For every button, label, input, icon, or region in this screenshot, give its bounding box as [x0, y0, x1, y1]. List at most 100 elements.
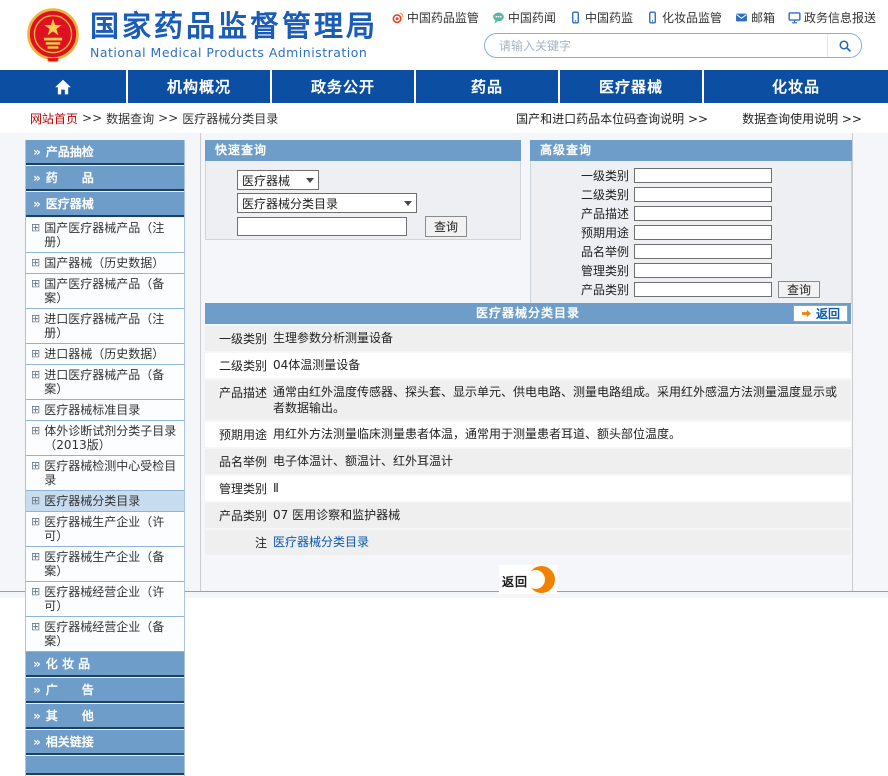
- category-select[interactable]: 医疗器械: [237, 170, 319, 190]
- monitor-icon: [788, 11, 801, 24]
- product-category-input[interactable]: [634, 282, 772, 297]
- sidebar-item-imported-device-filed[interactable]: ⊞进口医疗器械产品（备案）: [26, 365, 184, 400]
- sidebar-item-device-manufacturer-licensed[interactable]: ⊞医疗器械生产企业（许可）: [26, 512, 184, 547]
- sidebar-item-device-distributor-licensed[interactable]: ⊞医疗器械经营企业（许可）: [26, 582, 184, 617]
- back-button-bottom[interactable]: 返回: [499, 565, 557, 594]
- site-title: 国家药品监督管理局: [90, 10, 378, 42]
- sidebar-item-device-distributor-filed[interactable]: ⊞医疗器械经营企业（备案）: [26, 617, 184, 652]
- management-class-input[interactable]: [634, 263, 772, 278]
- table-row: 品名举例 电子体温计、额温计、红外耳温计: [205, 449, 851, 474]
- expand-icon: ⊞: [31, 424, 40, 438]
- top-link-mobile-cosmetics[interactable]: 化妆品监管: [646, 9, 722, 26]
- breadcrumb-separator: >>: [82, 111, 102, 125]
- chevrons-icon: »: [33, 657, 41, 671]
- sidebar-item-imported-device-history[interactable]: ⊞进口器械（历史数据）: [26, 344, 184, 365]
- quick-query-button[interactable]: 查询: [425, 216, 467, 237]
- chevron-down-icon: [404, 201, 412, 206]
- quick-query-title: 快速查询: [205, 140, 521, 161]
- product-description-input[interactable]: [634, 206, 772, 221]
- sidebar-section-advertising[interactable]: »广 告: [26, 678, 184, 703]
- keyword-input[interactable]: [237, 217, 407, 236]
- sidebar-item-device-manufacturer-filed[interactable]: ⊞医疗器械生产企业（备案）: [26, 547, 184, 582]
- expand-icon: ⊞: [31, 368, 40, 382]
- site-search: [484, 33, 862, 58]
- expand-icon: ⊞: [31, 256, 40, 270]
- breadcrumb-separator: >>: [158, 111, 178, 125]
- expand-icon: ⊞: [31, 221, 40, 235]
- nav-home[interactable]: [0, 70, 128, 103]
- sidebar-section-drugs[interactable]: »药 品: [26, 166, 184, 191]
- main-area: »产品抽检 »药 品 »医疗器械 ⊞国产医疗器械产品（注册） ⊞国产器械（历史数…: [0, 133, 888, 598]
- nav-item-organization[interactable]: 机构概况: [128, 70, 272, 103]
- help-link-drug-code[interactable]: 国产和进口药品本位码查询说明 >>: [516, 110, 708, 127]
- breadcrumb-home[interactable]: 网站首页: [30, 110, 78, 127]
- weibo-icon: [391, 11, 404, 24]
- sidebar-section-cosmetics[interactable]: »化 妆 品: [26, 652, 184, 677]
- top-link-wechat[interactable]: 中国药闻: [492, 9, 556, 26]
- catalog-select[interactable]: 医疗器械分类目录: [237, 193, 417, 213]
- advanced-query-body: 一级类别 二级类别 产品描述 预期用途 品名举例: [530, 161, 852, 304]
- advanced-field-row: 管理类别: [531, 263, 851, 278]
- mobile-icon: [569, 11, 582, 24]
- top-link-weibo[interactable]: 中国药品监管: [391, 9, 479, 26]
- sidebar-section-related-links[interactable]: »相关链接: [26, 730, 184, 755]
- help-link-usage[interactable]: 数据查询使用说明 >>: [742, 110, 862, 127]
- chevron-down-icon: [306, 178, 314, 183]
- product-name-examples-input[interactable]: [634, 244, 772, 259]
- expand-icon: ⊞: [31, 347, 40, 361]
- sidebar-item-ivd-classification-subcatalog[interactable]: ⊞体外诊断试剂分类子目录（2013版）: [26, 421, 184, 456]
- back-button-top[interactable]: 返回: [793, 305, 848, 322]
- table-row: 产品类别 07 医用诊察和监护器械: [205, 503, 851, 528]
- expand-icon: ⊞: [31, 459, 40, 473]
- sidebar-item-domestic-device-filed[interactable]: ⊞国产医疗器械产品（备案）: [26, 274, 184, 309]
- advanced-query-panel: 高级查询 一级类别 二级类别 产品描述 预期用途: [530, 140, 852, 304]
- page: 国家药品监督管理局 National Medical Products Admi…: [0, 0, 888, 598]
- advanced-field-row: 产品描述: [531, 206, 851, 221]
- nav-item-drugs[interactable]: 药品: [416, 70, 560, 103]
- category2-input[interactable]: [634, 187, 772, 202]
- advanced-field-row: 产品类别 查询: [531, 282, 851, 297]
- expand-icon: ⊞: [31, 312, 40, 326]
- breadcrumb-device-catalog: 医疗器械分类目录: [182, 110, 278, 127]
- table-row: 一级类别 生理参数分析测量设备: [205, 326, 851, 351]
- sidebar-section-empty: [26, 756, 184, 775]
- result-detail-table: 医疗器械分类目录 返回 一级类别 生理参数分析测量设备 二级类别 04体温测量设…: [205, 303, 851, 594]
- expand-icon: ⊞: [31, 494, 40, 508]
- sidebar-section-medical-devices[interactable]: »医疗器械: [26, 192, 184, 217]
- advanced-query-button[interactable]: 查询: [778, 281, 820, 298]
- mail-icon: [735, 11, 748, 24]
- main-nav: 机构概况 政务公开 药品 医疗器械 化妆品: [0, 70, 888, 103]
- advanced-field-row: 一级类别: [531, 168, 851, 183]
- advanced-field-row: 预期用途: [531, 225, 851, 240]
- top-link-mobile-yaojian[interactable]: 中国药监: [569, 9, 633, 26]
- search-input[interactable]: [485, 39, 827, 53]
- sidebar-item-device-standards-catalog[interactable]: ⊞医疗器械标准目录: [26, 400, 184, 421]
- breadcrumb-bar: 网站首页 >> 数据查询 >> 医疗器械分类目录 国产和进口药品本位码查询说明 …: [0, 103, 888, 133]
- breadcrumb: 网站首页 >> 数据查询 >> 医疗器械分类目录: [30, 110, 516, 127]
- table-row: 产品描述 通常由红外温度传感器、探头套、显示单元、供电电路、测量电路组成。采用红…: [205, 380, 851, 420]
- intended-use-input[interactable]: [634, 225, 772, 240]
- sidebar-item-imported-device-registered[interactable]: ⊞进口医疗器械产品（注册）: [26, 309, 184, 344]
- sidebar-section-product-sampling[interactable]: »产品抽检: [26, 140, 184, 165]
- sidebar-item-device-testing-center-catalog[interactable]: ⊞医疗器械检测中心受检目录: [26, 456, 184, 491]
- sidebar-item-device-classification-catalog[interactable]: ⊞医疗器械分类目录: [26, 491, 184, 512]
- nav-item-cosmetics[interactable]: 化妆品: [704, 70, 888, 103]
- category1-input[interactable]: [634, 168, 772, 183]
- top-link-mailbox[interactable]: 邮箱: [735, 9, 775, 26]
- note-catalog-link[interactable]: 医疗器械分类目录: [271, 530, 851, 555]
- table-row-note: 注 医疗器械分类目录: [205, 530, 851, 555]
- back-circle-inner: [526, 570, 545, 589]
- nav-item-medical-devices[interactable]: 医疗器械: [560, 70, 704, 103]
- chevrons-icon: »: [33, 197, 41, 211]
- result-header: 医疗器械分类目录 返回: [205, 303, 851, 324]
- advanced-field-row: 二级类别: [531, 187, 851, 202]
- sidebar-item-domestic-device-registered[interactable]: ⊞国产医疗器械产品（注册）: [26, 218, 184, 253]
- breadcrumb-data-query[interactable]: 数据查询: [106, 110, 154, 127]
- chevrons-icon: »: [33, 171, 41, 185]
- nav-item-gov-affairs[interactable]: 政务公开: [272, 70, 416, 103]
- sidebar-section-others[interactable]: »其 他: [26, 704, 184, 729]
- top-link-gov-info[interactable]: 政务信息报送: [788, 9, 876, 26]
- search-button[interactable]: [827, 34, 861, 57]
- sidebar-item-domestic-device-history[interactable]: ⊞国产器械（历史数据）: [26, 253, 184, 274]
- chevrons-icon: »: [33, 735, 41, 749]
